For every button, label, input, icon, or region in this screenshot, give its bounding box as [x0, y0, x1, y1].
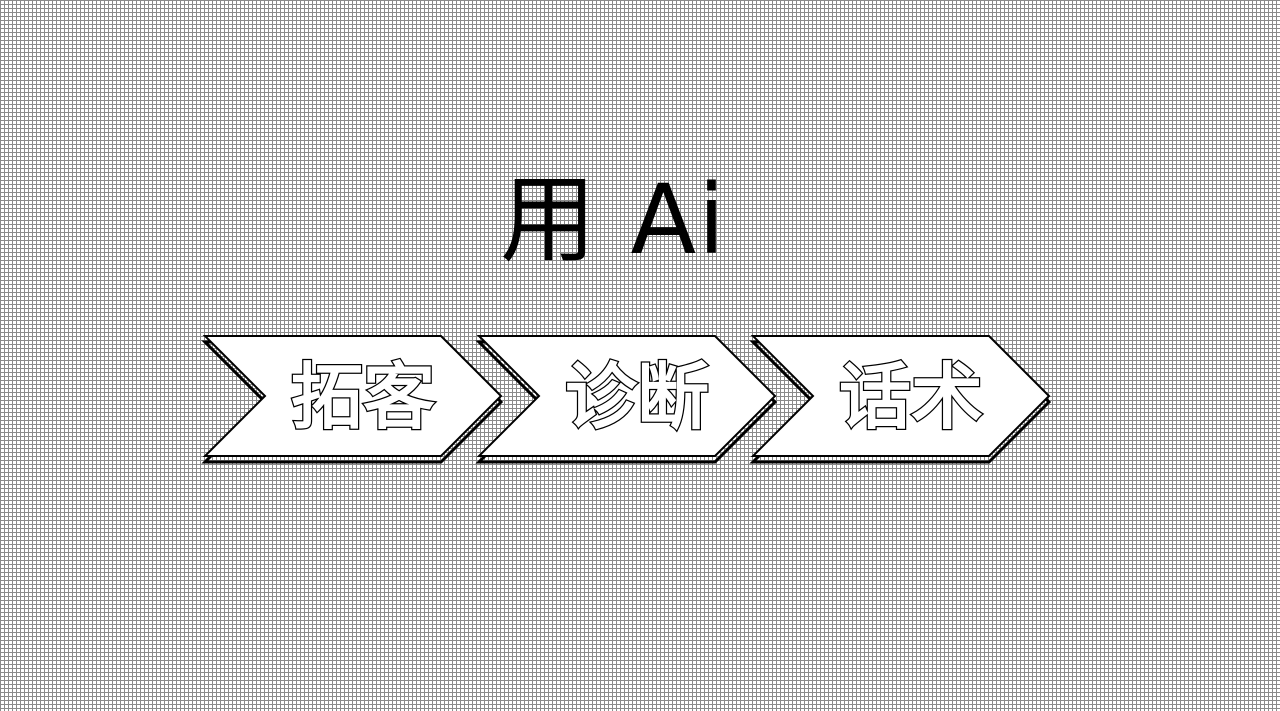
- step-label: 拓客: [291, 355, 435, 439]
- step-label: 诊断: [565, 355, 709, 439]
- slide-canvas: 用 Ai 拓客 诊断 话术: [0, 0, 1280, 711]
- chevron-step-3: 话术: [749, 335, 1052, 464]
- process-chevrons: 拓客 诊断 话术: [201, 335, 1052, 464]
- chevron-step-1: 拓客: [201, 335, 504, 464]
- step-label: 话术: [839, 355, 983, 439]
- chevron-step-2: 诊断: [475, 335, 778, 464]
- page-title: 用 Ai: [500, 164, 727, 276]
